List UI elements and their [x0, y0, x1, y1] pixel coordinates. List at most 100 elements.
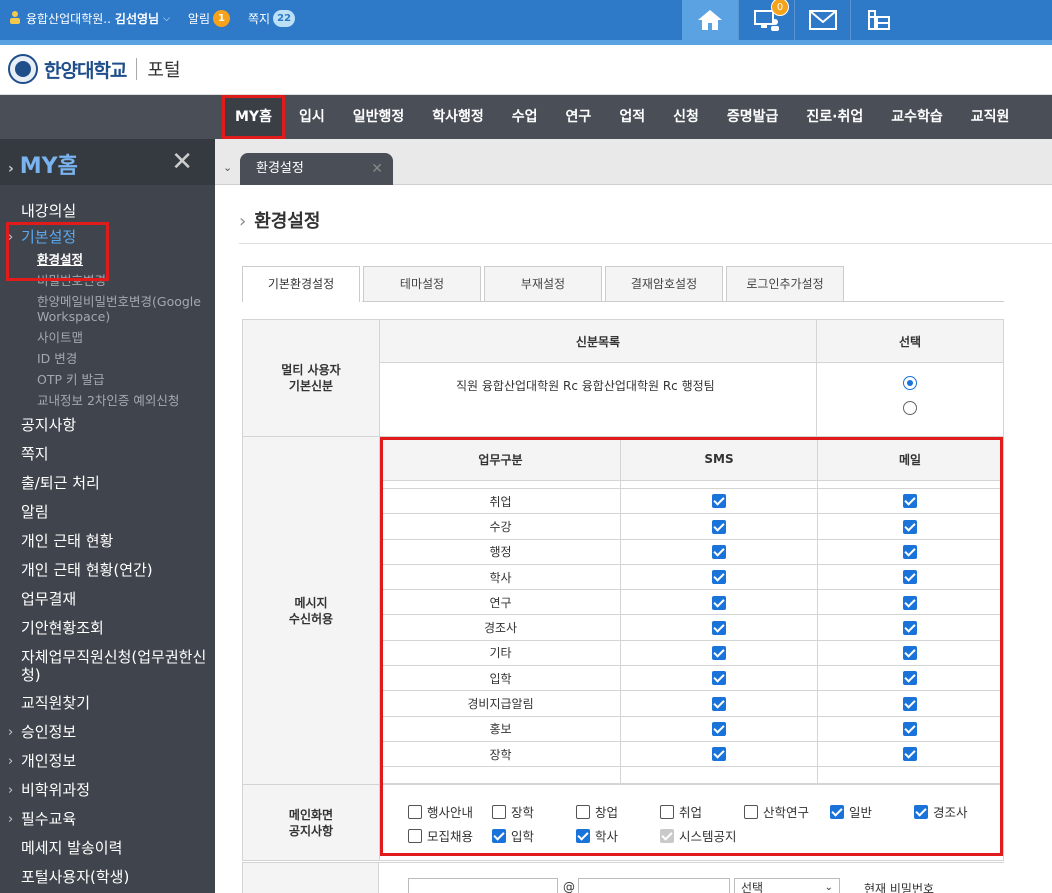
notice-option-recruitment[interactable]: 모집채용 — [408, 826, 492, 845]
email-row-label — [242, 863, 379, 893]
sms-checkbox[interactable] — [712, 696, 726, 711]
notice-checkbox[interactable] — [744, 804, 758, 819]
sidebar-item-staff-search[interactable]: 교직원찾기 — [0, 689, 215, 718]
university-logo[interactable]: 한양대학교 포털 — [8, 54, 181, 84]
sidebar-item-sitemap[interactable]: 사이트맵 — [0, 327, 215, 348]
sms-checkbox[interactable] — [712, 620, 726, 635]
sms-checkbox[interactable] — [712, 570, 726, 585]
notice-option-event[interactable]: 행사안내 — [408, 802, 492, 821]
mail-checkbox[interactable] — [903, 646, 917, 661]
notice-checkbox[interactable] — [576, 804, 590, 819]
notice-option-academic[interactable]: 학사 — [576, 826, 660, 845]
sidebar-item-message-history[interactable]: 메세지 발송이력 — [0, 834, 215, 863]
email-domain-select[interactable]: 선택 ⌄ — [734, 878, 840, 893]
identity-radio-1[interactable] — [903, 376, 917, 390]
sidebar-item-draft-status[interactable]: 기안현황조회 — [0, 614, 215, 643]
notice-checkbox[interactable] — [914, 804, 928, 819]
notice-checkbox[interactable] — [660, 804, 674, 819]
notice-option-general[interactable]: 일반 — [830, 802, 914, 821]
notice-option-condolence[interactable]: 경조사 — [914, 802, 968, 821]
sidebar-item-approval[interactable]: 업무결재 — [0, 585, 215, 614]
notice-checkbox[interactable] — [408, 828, 422, 843]
home-button[interactable] — [682, 0, 738, 40]
gnb-item-staff[interactable]: 교직원 — [957, 95, 1024, 139]
tab-login-extra[interactable]: 로그인추가설정 — [726, 266, 844, 302]
gnb-item-career[interactable]: 진로·취업 — [792, 95, 877, 139]
gnb-item-research[interactable]: 연구 — [552, 95, 606, 139]
notice-checkbox[interactable] — [408, 804, 422, 819]
identity-radio-2[interactable] — [903, 401, 917, 415]
sidebar-item-personal-attendance-yearly[interactable]: 개인 근태 현황(연간) — [0, 556, 215, 585]
sidebar-item-attendance[interactable]: 출/퇴근 처리 — [0, 469, 215, 498]
tab-theme[interactable]: 테마설정 — [363, 266, 481, 302]
chevron-down-icon[interactable]: ⌄ — [223, 161, 232, 174]
sidebar-item-mail-password-change[interactable]: 한양메일비밀번호변경(Google Workspace) — [0, 291, 215, 327]
sidebar-item-personal-attendance[interactable]: 개인 근태 현황 — [0, 527, 215, 556]
sidebar-item-mandatory-training[interactable]: 필수교육 — [0, 805, 215, 834]
mail-button[interactable] — [794, 0, 850, 40]
sidebar-item-portal-users[interactable]: 포털사용자(학생) — [0, 863, 215, 892]
gnb-item-my-home[interactable]: MY홈 — [222, 95, 285, 139]
mail-checkbox[interactable] — [903, 544, 917, 559]
notice-checkbox[interactable] — [492, 828, 506, 843]
mail-checkbox[interactable] — [903, 747, 917, 762]
email-id-input[interactable] — [408, 878, 558, 893]
tab-basic-environment[interactable]: 기본환경설정 — [242, 266, 360, 302]
alarm-link[interactable]: 알림 1 — [188, 10, 231, 27]
gnb-item-admission[interactable]: 입시 — [285, 95, 339, 139]
sms-checkbox[interactable] — [712, 671, 726, 686]
gnb-item-general-admin[interactable]: 일반행정 — [339, 95, 419, 139]
gnb-item-teaching[interactable]: 교수학습 — [877, 95, 957, 139]
sms-checkbox[interactable] — [712, 646, 726, 661]
gnb-item-class[interactable]: 수업 — [498, 95, 552, 139]
sidebar-item-alarm[interactable]: 알림 — [0, 498, 215, 527]
mail-checkbox[interactable] — [903, 595, 917, 610]
sidebar-item-approval-info[interactable]: 승인정보 — [0, 718, 215, 747]
mail-checkbox[interactable] — [903, 671, 917, 686]
monitor-button[interactable]: 0 — [738, 0, 794, 40]
gnb-item-achievement[interactable]: 업적 — [605, 95, 659, 139]
sidebar-item-non-degree[interactable]: 비학위과정 — [0, 776, 215, 805]
user-info[interactable]: 융합산업대학원.. 김선영님 ⌵ 알림 1 쪽지 22 — [8, 10, 296, 27]
note-link[interactable]: 쪽지 22 — [248, 10, 296, 27]
sidebar-item-notice[interactable]: 공지사항 — [0, 411, 215, 440]
label-line: 멀티 사용자 — [281, 363, 341, 377]
gnb-item-certificate[interactable]: 증명발급 — [713, 95, 793, 139]
notice-option-scholarship[interactable]: 장학 — [492, 802, 576, 821]
sms-checkbox[interactable] — [712, 595, 726, 610]
sms-checkbox[interactable] — [712, 494, 726, 509]
tab-environment-settings[interactable]: 환경설정 ✕ — [240, 153, 393, 185]
notice-option-industry-research[interactable]: 산학연구 — [744, 802, 830, 821]
tab-absence[interactable]: 부재설정 — [484, 266, 602, 302]
sms-checkbox[interactable] — [712, 544, 726, 559]
select-header: 선택 — [816, 319, 1004, 363]
notice-option-employment[interactable]: 취업 — [660, 802, 744, 821]
sidebar-item-otp[interactable]: OTP 키 발급 — [0, 369, 215, 390]
mail-checkbox[interactable] — [903, 570, 917, 585]
sidebar-item-personal-info[interactable]: 개인정보 — [0, 747, 215, 776]
sidebar-item-2fa-exception[interactable]: 교내정보 2차인증 예외신청 — [0, 390, 215, 411]
mail-checkbox[interactable] — [903, 696, 917, 711]
mail-checkbox[interactable] — [903, 494, 917, 509]
close-icon[interactable]: ✕ — [371, 153, 383, 185]
mail-checkbox[interactable] — [903, 722, 917, 737]
close-icon[interactable]: ✕ — [171, 147, 193, 177]
notice-checkbox[interactable] — [830, 804, 844, 819]
notice-option-admission[interactable]: 입학 — [492, 826, 576, 845]
mail-checkbox[interactable] — [903, 620, 917, 635]
sidebar-item-id-change[interactable]: ID 변경 — [0, 348, 215, 369]
sidebar-item-note[interactable]: 쪽지 — [0, 440, 215, 469]
gnb-item-academic-admin[interactable]: 학사행정 — [418, 95, 498, 139]
sms-checkbox[interactable] — [712, 519, 726, 534]
mail-checkbox[interactable] — [903, 519, 917, 534]
tab-approval-password[interactable]: 결재암호설정 — [605, 266, 723, 302]
org-chart-button[interactable] — [850, 0, 906, 40]
sidebar-item-privilege-request[interactable]: 자체업무직원신청(업무권한신청) — [0, 643, 215, 689]
notice-checkbox[interactable] — [492, 804, 506, 819]
notice-checkbox[interactable] — [576, 828, 590, 843]
sms-checkbox[interactable] — [712, 747, 726, 762]
gnb-item-application[interactable]: 신청 — [659, 95, 713, 139]
notice-option-startup[interactable]: 창업 — [576, 802, 660, 821]
sms-checkbox[interactable] — [712, 722, 726, 737]
email-domain-input[interactable] — [578, 878, 730, 893]
